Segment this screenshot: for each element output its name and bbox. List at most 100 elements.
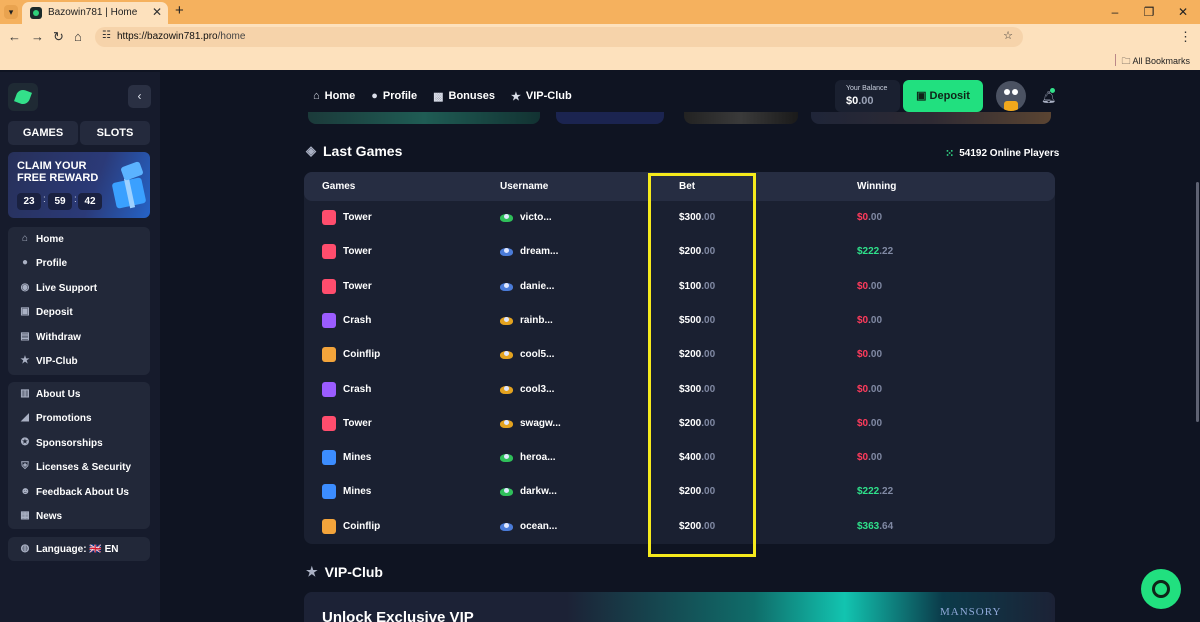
rank-badge-icon — [500, 418, 513, 429]
tower-game-icon — [322, 244, 336, 260]
sidebar-item-deposit[interactable]: ▣ Deposit — [20, 303, 72, 321]
shield-icon: ⛨ — [21, 461, 29, 472]
countdown-hours: 23 — [17, 193, 41, 210]
book-icon: ▥ — [20, 388, 30, 399]
nav-profile[interactable]: ● Profile — [371, 88, 417, 104]
rank-badge-icon — [500, 486, 513, 497]
minimize-icon[interactable]: – — [1098, 0, 1132, 24]
sidebar-item-news[interactable]: ▦ News — [20, 507, 62, 525]
sidebar-item-vip-club[interactable]: ★ VIP-Club — [20, 352, 78, 370]
browser-tab[interactable]: Bazowin781 | Home ✕ — [22, 2, 168, 24]
username: darkw... — [520, 486, 557, 498]
deposit-button[interactable]: ▣ Deposit — [903, 80, 983, 112]
column-username: Username — [500, 181, 549, 192]
bookmark-star-icon[interactable]: ☆ — [1003, 29, 1013, 42]
address-bar[interactable]: ☷ https://bazowin781.pro/home ☆ — [95, 27, 1023, 47]
game-banner[interactable] — [308, 112, 540, 124]
sidebar-item-about-us[interactable]: ▥ About Us — [20, 385, 80, 403]
countdown-separator: : — [43, 194, 46, 205]
restore-icon[interactable]: ❐ — [1132, 0, 1166, 24]
avatar-eye — [1012, 89, 1018, 95]
sidebar-item-withdraw[interactable]: ▤ Withdraw — [20, 328, 81, 346]
sidebar-item-promotions[interactable]: ◢ Promotions — [20, 409, 91, 427]
back-icon[interactable]: ← — [8, 29, 21, 44]
avatar-eye — [1004, 89, 1010, 95]
username: heroa... — [520, 452, 556, 464]
game-name: Mines — [343, 452, 372, 464]
nav-home[interactable]: ⌂ Home — [313, 88, 355, 104]
wallet-icon: ▣ — [20, 306, 30, 317]
game-name: Tower — [343, 280, 372, 292]
sidebar-item-sponsorships[interactable]: ✪ Sponsorships — [20, 434, 103, 452]
gift-icon: ▩ — [433, 90, 444, 103]
new-tab-button[interactable]: + — [175, 2, 184, 19]
all-bookmarks[interactable]: 🗀 All Bookmarks — [1121, 54, 1190, 70]
star-icon: ★ — [20, 355, 30, 366]
avatar[interactable] — [996, 81, 1026, 111]
site-logo[interactable] — [8, 83, 38, 111]
home-icon: ⌂ — [21, 233, 29, 244]
vip-banner-title: Unlock Exclusive VIP — [322, 609, 474, 622]
favicon-icon — [30, 7, 42, 19]
game-banner[interactable] — [556, 112, 664, 124]
rank-badge-icon — [500, 246, 513, 257]
username: cool3... — [520, 383, 555, 395]
column-games: Games — [322, 181, 356, 192]
user-icon: ● — [21, 257, 29, 268]
game-name: Crash — [343, 314, 372, 326]
wallet-icon: ▣ — [916, 90, 930, 102]
game-banner[interactable] — [684, 112, 798, 124]
reload-icon[interactable]: ↻ — [53, 29, 64, 45]
folder-icon: 🗀 — [1121, 56, 1133, 66]
close-window-icon[interactable]: ✕ — [1166, 0, 1200, 24]
balance-display: Your Balance $0.00 — [835, 80, 900, 112]
game-banner[interactable] — [811, 112, 1051, 124]
sidebar-item-live-support[interactable]: ◉ Live Support — [20, 279, 98, 297]
home-icon[interactable]: ⌂ — [74, 29, 82, 44]
browser-menu-icon[interactable]: ⋮ — [1179, 29, 1192, 45]
vip-banner[interactable]: Unlock Exclusive VIP MANSORY — [304, 592, 1055, 622]
winning-amount: $0.00 — [857, 383, 883, 395]
winning-amount: $0.00 — [857, 417, 883, 429]
scrollbar[interactable] — [1196, 182, 1199, 422]
crash-game-icon — [322, 381, 336, 397]
site-viewport: ‹ GAMES SLOTS CLAIM YOUR FREE REWARD 23 … — [0, 72, 1200, 622]
balance-value: $0.00 — [846, 95, 874, 107]
tab-games[interactable]: GAMES — [8, 121, 78, 145]
winning-amount: $0.00 — [857, 212, 883, 223]
online-players: ⁙ 54192 Online Players — [945, 148, 1060, 160]
browser-tabbar: ▾ Bazowin781 | Home ✕ + – ❐ ✕ — [0, 0, 1200, 24]
tab-title: Bazowin781 | Home — [48, 7, 138, 18]
nav-bonuses[interactable]: ▩ Bonuses — [433, 88, 495, 104]
language-selector[interactable]: ◍ Language: 🇬🇧 EN — [8, 537, 150, 561]
countdown-seconds: 42 — [78, 193, 102, 210]
sidebar-item-home[interactable]: ⌂ Home — [20, 230, 64, 248]
collapse-sidebar-button[interactable]: ‹ — [128, 85, 151, 108]
mines-game-icon — [322, 484, 336, 500]
bet-column-highlight — [648, 173, 756, 557]
forward-icon[interactable]: → — [31, 29, 44, 44]
game-name: Tower — [343, 417, 372, 429]
sidebar-item-profile[interactable]: ● Profile — [20, 254, 67, 272]
live-chat-button[interactable] — [1141, 569, 1181, 609]
tab-close-icon[interactable]: ✕ — [152, 5, 162, 19]
game-name: Coinflip — [343, 520, 381, 532]
coinflip-game-icon — [322, 518, 336, 534]
game-name: Tower — [343, 212, 372, 223]
winning-amount: $222.22 — [857, 246, 894, 258]
claim-reward-banner[interactable]: CLAIM YOUR FREE REWARD 23 : 59 : 42 — [8, 152, 150, 218]
nav-vip-club[interactable]: ★ VIP-Club — [511, 88, 572, 104]
sidebar-item-feedback[interactable]: ☻ Feedback About Us — [20, 483, 129, 501]
home-icon: ⌂ — [313, 90, 320, 102]
last-games-heading: ◈ Last Games — [306, 143, 403, 159]
tower-game-icon — [322, 210, 336, 225]
username: swagw... — [520, 417, 561, 429]
sidebar-item-licenses[interactable]: ⛨ Licenses & Security — [20, 458, 131, 476]
notifications-bell-icon[interactable]: 🔔︎ — [1041, 88, 1056, 104]
tab-slots[interactable]: SLOTS — [80, 121, 150, 145]
column-winning: Winning — [857, 181, 897, 192]
tab-search-icon[interactable]: ▾ — [4, 5, 18, 19]
bookmarks-divider — [1115, 54, 1116, 66]
site-settings-icon[interactable]: ☷ — [102, 30, 111, 41]
handshake-icon: ✪ — [20, 437, 30, 448]
